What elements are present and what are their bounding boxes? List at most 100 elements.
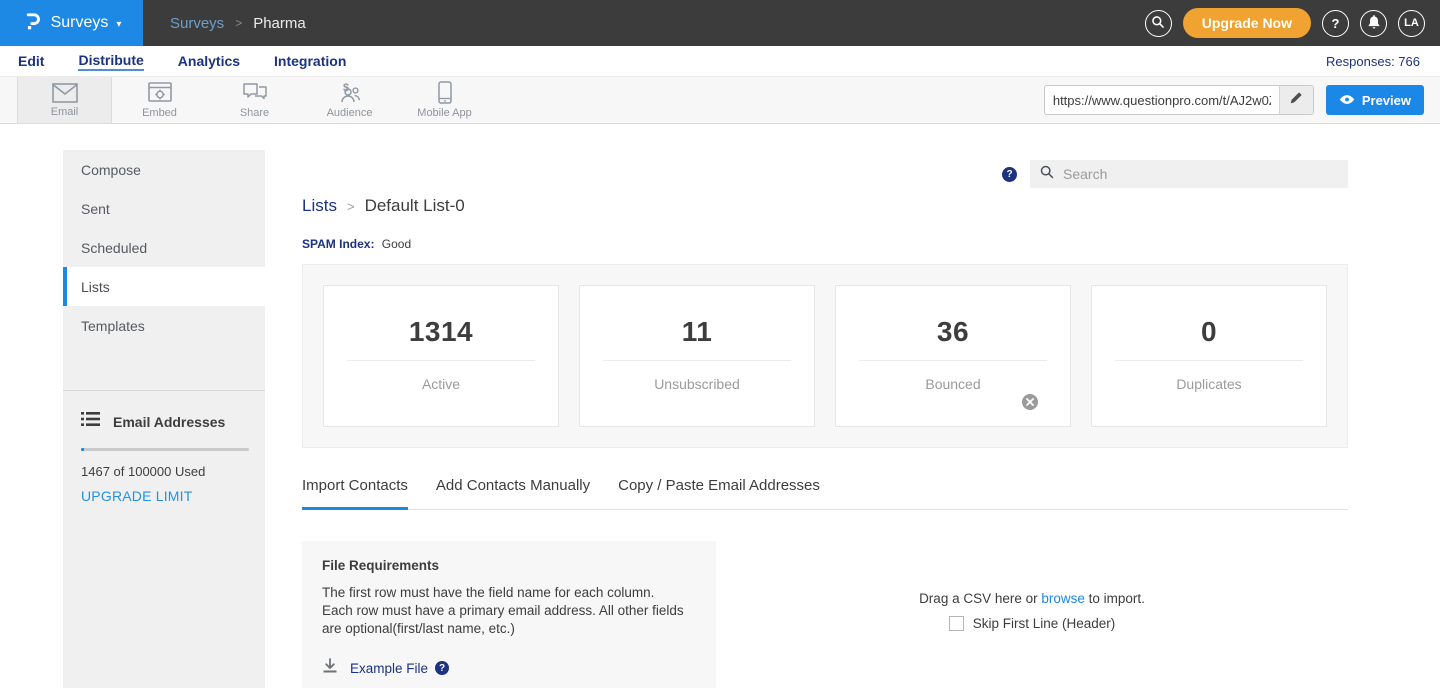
stat-divider bbox=[1115, 360, 1302, 361]
main-toprow: ? bbox=[302, 160, 1348, 188]
csv-dropzone[interactable]: Drag a CSV here or browse to import. Ski… bbox=[716, 541, 1348, 688]
email-icon bbox=[52, 83, 78, 103]
tool-email[interactable]: Email bbox=[17, 77, 112, 123]
example-file-help-icon[interactable]: ? bbox=[435, 661, 449, 675]
sidebar-item-sent[interactable]: Sent bbox=[63, 189, 265, 228]
skip-first-line-checkbox[interactable] bbox=[949, 616, 964, 631]
sidebar-item-lists[interactable]: Lists bbox=[63, 267, 265, 306]
survey-nav: Edit Distribute Analytics Integration Re… bbox=[0, 46, 1440, 76]
stat-card-unsubscribed: 11 Unsubscribed bbox=[579, 285, 815, 427]
example-file-row: Example File ? bbox=[322, 658, 696, 679]
list-icon bbox=[81, 411, 100, 432]
tab-analytics[interactable]: Analytics bbox=[178, 53, 240, 70]
caret-down-icon: ▾ bbox=[116, 19, 121, 30]
spam-index: SPAM Index: Good bbox=[302, 237, 1348, 251]
upgrade-now-button[interactable]: Upgrade Now bbox=[1183, 8, 1311, 38]
bell-icon bbox=[1367, 14, 1381, 32]
stat-divider bbox=[603, 360, 790, 361]
avatar[interactable]: LA bbox=[1398, 10, 1425, 37]
survey-url-group bbox=[1044, 85, 1314, 115]
embed-icon bbox=[148, 82, 172, 104]
contacts-searchbox bbox=[1030, 160, 1348, 188]
skip-first-line-label: Skip First Line (Header) bbox=[973, 616, 1116, 631]
audience-icon: $ bbox=[337, 82, 363, 104]
help-button[interactable]: ? bbox=[1322, 10, 1349, 37]
distribute-toolbar: Email Embed bbox=[0, 76, 1440, 124]
edit-url-button[interactable] bbox=[1279, 86, 1313, 114]
browse-link[interactable]: browse bbox=[1041, 591, 1085, 606]
product-name: Surveys bbox=[51, 14, 109, 32]
survey-url-input[interactable] bbox=[1045, 86, 1279, 114]
channel-tools: Email Embed bbox=[0, 77, 492, 123]
sidebar-item-compose[interactable]: Compose bbox=[63, 150, 265, 189]
chevron-right-icon: > bbox=[347, 199, 355, 214]
page-help-icon[interactable]: ? bbox=[1002, 167, 1017, 182]
questionpro-logo-icon bbox=[22, 10, 43, 37]
stat-value: 1314 bbox=[324, 316, 558, 348]
stats-panel: 1314 Active 11 Unsubscribed 36 Bounced bbox=[302, 264, 1348, 448]
breadcrumb: Surveys > Pharma bbox=[170, 15, 306, 32]
header-actions: Upgrade Now ? LA bbox=[1145, 8, 1440, 38]
email-addresses-section: Email Addresses 1467 of 100000 Used UPGR… bbox=[63, 391, 265, 504]
responses-count: Responses: 766 bbox=[1326, 54, 1420, 69]
lists-main: ? Lists > Default List-0 SPAM Index: Goo… bbox=[265, 150, 1377, 688]
share-icon bbox=[242, 82, 268, 104]
toolbar-right: Preview bbox=[1044, 77, 1440, 123]
stat-label: Active bbox=[324, 376, 558, 392]
file-requirements-body: The first row must have the field name f… bbox=[322, 584, 688, 639]
page-body: Compose Sent Scheduled Lists Templates E… bbox=[0, 124, 1440, 688]
dropzone-text-after: to import. bbox=[1085, 591, 1145, 606]
tab-import-contacts[interactable]: Import Contacts bbox=[302, 477, 408, 510]
tab-add-contacts-manually[interactable]: Add Contacts Manually bbox=[436, 477, 590, 509]
stat-value: 36 bbox=[836, 316, 1070, 348]
svg-text:$: $ bbox=[343, 82, 349, 94]
stat-card-active: 1314 Active bbox=[323, 285, 559, 427]
help-icon: ? bbox=[1332, 16, 1340, 31]
breadcrumb-lists-link[interactable]: Lists bbox=[302, 196, 337, 216]
spam-index-label: SPAM Index: bbox=[302, 237, 374, 251]
preview-label: Preview bbox=[1362, 93, 1411, 108]
sidebar-item-templates[interactable]: Templates bbox=[63, 306, 265, 345]
example-file-link[interactable]: Example File bbox=[350, 661, 428, 676]
eye-icon bbox=[1339, 93, 1355, 108]
stat-label: Duplicates bbox=[1092, 376, 1326, 392]
email-addresses-title: Email Addresses bbox=[113, 414, 225, 430]
mobile-phone-icon bbox=[438, 81, 452, 104]
import-body: File Requirements The first row must hav… bbox=[302, 541, 1348, 688]
stat-divider bbox=[859, 360, 1046, 361]
tool-label: Email bbox=[51, 106, 79, 118]
tab-edit[interactable]: Edit bbox=[18, 53, 44, 70]
chevron-right-icon: > bbox=[235, 16, 242, 30]
stat-value: 11 bbox=[580, 316, 814, 348]
download-icon[interactable] bbox=[322, 658, 338, 679]
search-button[interactable] bbox=[1145, 10, 1172, 37]
product-switcher[interactable]: Surveys ▾ bbox=[0, 0, 143, 46]
tab-integration[interactable]: Integration bbox=[274, 53, 346, 70]
tool-audience[interactable]: $ Audience bbox=[302, 77, 397, 123]
close-icon bbox=[1026, 393, 1034, 411]
preview-button[interactable]: Preview bbox=[1326, 85, 1424, 115]
sidebar-item-scheduled[interactable]: Scheduled bbox=[63, 228, 265, 267]
pencil-icon bbox=[1289, 91, 1303, 110]
notifications-button[interactable] bbox=[1360, 10, 1387, 37]
tab-copy-paste-emails[interactable]: Copy / Paste Email Addresses bbox=[618, 477, 820, 509]
breadcrumb-surveys-link[interactable]: Surveys bbox=[170, 15, 224, 32]
dismiss-bounced-button[interactable] bbox=[1022, 394, 1038, 410]
breadcrumb-list-name: Default List-0 bbox=[365, 196, 465, 216]
search-input[interactable] bbox=[1063, 166, 1338, 182]
stat-card-bounced: 36 Bounced bbox=[835, 285, 1071, 427]
breadcrumb-survey-name: Pharma bbox=[253, 15, 306, 32]
tool-share[interactable]: Share bbox=[207, 77, 302, 123]
tool-label: Mobile App bbox=[417, 107, 471, 119]
tool-embed[interactable]: Embed bbox=[112, 77, 207, 123]
avatar-initials: LA bbox=[1404, 17, 1419, 29]
search-icon bbox=[1040, 165, 1054, 184]
tool-mobile-app[interactable]: Mobile App bbox=[397, 77, 492, 123]
tab-distribute[interactable]: Distribute bbox=[78, 52, 143, 71]
sidebar-spacer bbox=[63, 345, 265, 390]
upgrade-limit-link[interactable]: UPGRADE LIMIT bbox=[81, 488, 249, 504]
tool-label: Embed bbox=[142, 107, 177, 119]
stat-card-duplicates: 0 Duplicates bbox=[1091, 285, 1327, 427]
email-usage-progressbar bbox=[81, 448, 249, 451]
spam-index-value: Good bbox=[382, 237, 411, 251]
